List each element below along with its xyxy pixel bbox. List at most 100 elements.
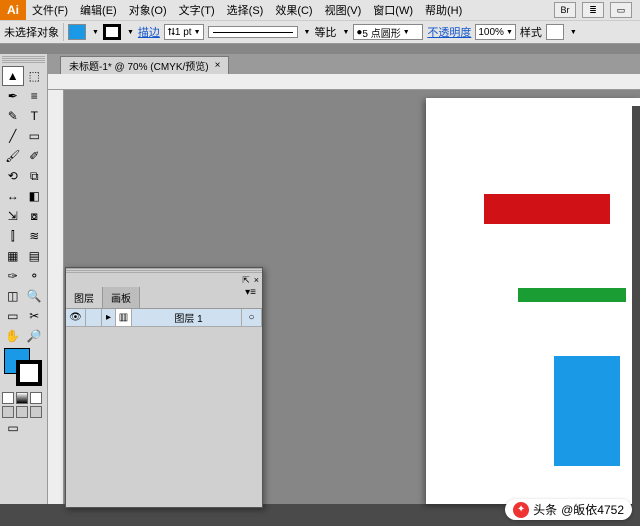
menu-effect[interactable]: 效果(C) xyxy=(269,2,318,18)
opacity-link[interactable]: 不透明度 xyxy=(427,24,471,40)
close-tab-icon[interactable]: × xyxy=(215,60,221,71)
toolbox-grip[interactable] xyxy=(2,56,45,64)
draw-inside-icon[interactable] xyxy=(30,406,42,418)
bridge-icon[interactable]: Br xyxy=(554,2,576,18)
style-dropdown-icon[interactable]: ▼ xyxy=(570,29,577,36)
tool-9-1[interactable]: ▤ xyxy=(24,246,46,266)
document-tab-title: 未标题-1* @ 70% (CMYK/预览) xyxy=(69,58,209,73)
tool-9-0[interactable]: ▦ xyxy=(2,246,24,266)
menu-help[interactable]: 帮助(H) xyxy=(419,2,468,18)
menu-object[interactable]: 对象(O) xyxy=(123,2,173,18)
lock-toggle[interactable] xyxy=(86,309,102,326)
tool-4-1[interactable]: ✐ xyxy=(24,146,46,166)
menu-select[interactable]: 选择(S) xyxy=(221,2,270,18)
tool-4-0[interactable]: 🖌 xyxy=(2,146,24,166)
menu-edit[interactable]: 编辑(E) xyxy=(74,2,123,18)
style-label: 样式 xyxy=(520,24,542,40)
artboard[interactable] xyxy=(426,98,640,504)
tool-12-0[interactable]: ▭ xyxy=(2,306,24,326)
none-mode-icon[interactable] xyxy=(30,392,42,404)
tab-layers[interactable]: 图层 xyxy=(66,287,103,308)
stroke-style-box[interactable] xyxy=(208,26,298,38)
tool-6-0[interactable]: ↔ xyxy=(2,186,24,206)
menu-bar: Ai 文件(F) 编辑(E) 对象(O) 文字(T) 选择(S) 效果(C) 视… xyxy=(0,0,640,20)
draw-behind-icon[interactable] xyxy=(16,406,28,418)
menu-window[interactable]: 窗口(W) xyxy=(367,2,419,18)
tool-0-1[interactable]: ⬚ xyxy=(24,66,46,86)
tool-3-1[interactable]: ▭ xyxy=(24,126,46,146)
arrange-docs-icon[interactable]: ≣ xyxy=(582,2,604,18)
fill-stroke-control[interactable] xyxy=(2,346,46,390)
right-dock[interactable] xyxy=(632,106,640,526)
fill-swatch[interactable] xyxy=(68,24,86,40)
watermark: ✦ 头条 @皈依4752 xyxy=(505,499,632,520)
menu-file[interactable]: 文件(F) xyxy=(26,2,74,18)
tool-10-0[interactable]: ✑ xyxy=(2,266,24,286)
tool-10-1[interactable]: ⚬ xyxy=(24,266,46,286)
tool-6-1[interactable]: ◧ xyxy=(24,186,46,206)
brush-field[interactable]: ● 5 点圆形▼ xyxy=(353,24,423,40)
screen-mode-icon[interactable]: ▭ xyxy=(610,2,632,18)
style-swatch[interactable] xyxy=(546,24,564,40)
tool-12-1[interactable]: ✂ xyxy=(24,306,46,326)
draw-normal-icon[interactable] xyxy=(2,406,14,418)
watermark-text: @皈依4752 xyxy=(561,501,624,518)
panel-menu-icon[interactable]: ▾≡ xyxy=(239,287,262,308)
tool-2-0[interactable]: ✎ xyxy=(2,106,24,126)
stroke-dropdown-icon[interactable]: ▼ xyxy=(127,29,134,36)
tool-11-1[interactable]: 🔍 xyxy=(24,286,46,306)
menu-view[interactable]: 视图(V) xyxy=(319,2,368,18)
tool-3-0[interactable]: ╱ xyxy=(2,126,24,146)
stroke-link[interactable]: 描边 xyxy=(138,24,160,40)
panel-body xyxy=(66,327,262,507)
tool-0-0[interactable]: ▲ xyxy=(2,66,24,86)
app-logo: Ai xyxy=(0,0,26,20)
blue-rect-shape[interactable] xyxy=(554,356,620,466)
layer-thumbnail: ▥ xyxy=(116,309,132,326)
stroke-style-dropdown-icon[interactable]: ▼ xyxy=(304,29,311,36)
document-tab[interactable]: 未标题-1* @ 70% (CMYK/预览) × xyxy=(60,56,229,74)
target-icon[interactable]: ○ xyxy=(242,309,262,326)
watermark-icon: ✦ xyxy=(513,502,529,518)
proportion-dropdown-icon[interactable]: ▼ xyxy=(342,29,349,36)
opacity-field[interactable]: 100%▼ xyxy=(475,24,516,40)
tool-5-1[interactable]: ⧉ xyxy=(24,166,46,186)
tool-8-0[interactable]: ⫿ xyxy=(2,226,24,246)
tab-artboards[interactable]: 画板 xyxy=(103,287,140,308)
tool-2-1[interactable]: T xyxy=(24,106,46,126)
fill-dropdown-icon[interactable]: ▼ xyxy=(92,29,99,36)
tool-8-1[interactable]: ≋ xyxy=(24,226,46,246)
tool-13-1[interactable]: 🔎 xyxy=(24,326,46,346)
control-bar-grip[interactable] xyxy=(0,44,640,54)
green-rect-shape[interactable] xyxy=(518,288,626,302)
menu-type[interactable]: 文字(T) xyxy=(173,2,221,18)
tool-7-1[interactable]: ⧇ xyxy=(24,206,46,226)
selection-status: 未选择对象 xyxy=(4,24,59,40)
tool-1-1[interactable]: ≡ xyxy=(24,86,46,106)
stroke-color-swatch[interactable] xyxy=(16,360,42,386)
tool-11-0[interactable]: ◫ xyxy=(2,286,24,306)
tool-5-0[interactable]: ⟲ xyxy=(2,166,24,186)
gradient-mode-icon[interactable] xyxy=(16,392,28,404)
panel-collapse-icon[interactable]: ⇱ xyxy=(242,275,250,286)
document-tab-bar: 未标题-1* @ 70% (CMYK/预览) × xyxy=(48,54,640,74)
expand-layer-icon[interactable]: ▸ xyxy=(102,309,116,326)
proportion-label: 等比 xyxy=(314,24,336,40)
stroke-weight-field[interactable]: ⮁1 pt▼ xyxy=(164,24,204,40)
visibility-toggle-icon[interactable]: 👁 xyxy=(66,309,86,326)
red-rect-shape[interactable] xyxy=(484,194,610,224)
watermark-prefix: 头条 xyxy=(533,501,557,518)
ruler-vertical[interactable] xyxy=(48,90,64,504)
toolbox: ▲⬚✒≡✎T╱▭🖌✐⟲⧉↔◧⇲⧇⫿≋▦▤✑⚬◫🔍▭✂✋🔎 ▭ xyxy=(0,54,48,504)
layers-panel[interactable]: ⇱ × 图层 画板 ▾≡ 👁 ▸ ▥ 图层 1 ○ xyxy=(65,267,263,508)
layer-name[interactable]: 图层 1 xyxy=(132,309,242,326)
color-mode-icon[interactable] xyxy=(2,392,14,404)
tool-13-0[interactable]: ✋ xyxy=(2,326,24,346)
tool-7-0[interactable]: ⇲ xyxy=(2,206,24,226)
screen-mode-tool[interactable]: ▭ xyxy=(2,418,24,438)
ruler-horizontal[interactable] xyxy=(48,74,640,90)
panel-close-icon[interactable]: × xyxy=(254,275,259,286)
layer-row[interactable]: 👁 ▸ ▥ 图层 1 ○ xyxy=(66,309,262,327)
stroke-swatch[interactable] xyxy=(103,24,121,40)
tool-1-0[interactable]: ✒ xyxy=(2,86,24,106)
